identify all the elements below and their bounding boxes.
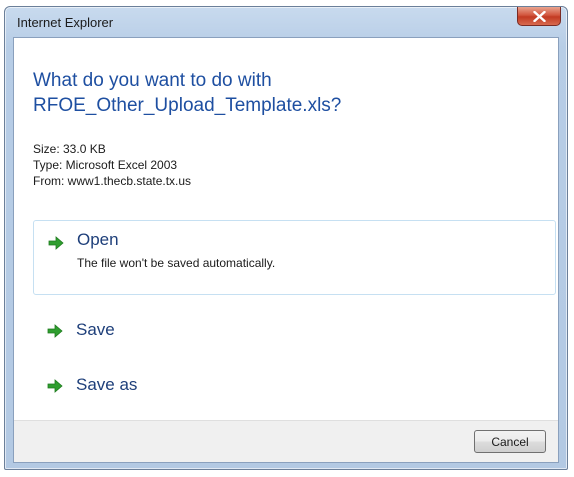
green-arrow-icon: [47, 379, 63, 393]
open-option-label: Open: [77, 230, 119, 249]
close-button[interactable]: [517, 7, 561, 26]
ie-download-dialog: Internet Explorer What do you want to do…: [4, 6, 568, 470]
cancel-button[interactable]: Cancel: [474, 430, 546, 453]
window-title: Internet Explorer: [17, 15, 114, 30]
dialog-footer: Cancel: [14, 420, 558, 462]
green-arrow-icon: [47, 324, 63, 338]
dialog-body: What do you want to do with RFOE_Other_U…: [13, 37, 559, 463]
green-arrow-icon: [48, 236, 64, 250]
file-size: Size: 33.0 KB: [33, 142, 106, 156]
open-option[interactable]: Open The file won't be saved automatical…: [33, 220, 556, 295]
open-option-description: The file won't be saved automatically.: [77, 256, 276, 270]
save-as-option[interactable]: Save as: [33, 368, 556, 404]
dialog-question: What do you want to do with RFOE_Other_U…: [33, 68, 533, 118]
save-option[interactable]: Save: [33, 313, 556, 349]
save-option-label: Save: [76, 320, 115, 339]
file-type: Type: Microsoft Excel 2003: [33, 158, 178, 172]
close-icon: [533, 11, 546, 22]
file-source: From: www1.thecb.state.tx.us: [33, 174, 192, 188]
file-info: Size: 33.0 KB Type: Microsoft Excel 2003…: [33, 141, 191, 189]
question-line-1: What do you want to do with: [33, 70, 272, 91]
file-name: RFOE_Other_Upload_Template.xls?: [33, 95, 342, 116]
save-as-option-label: Save as: [76, 375, 138, 394]
title-bar[interactable]: Internet Explorer: [5, 7, 567, 37]
